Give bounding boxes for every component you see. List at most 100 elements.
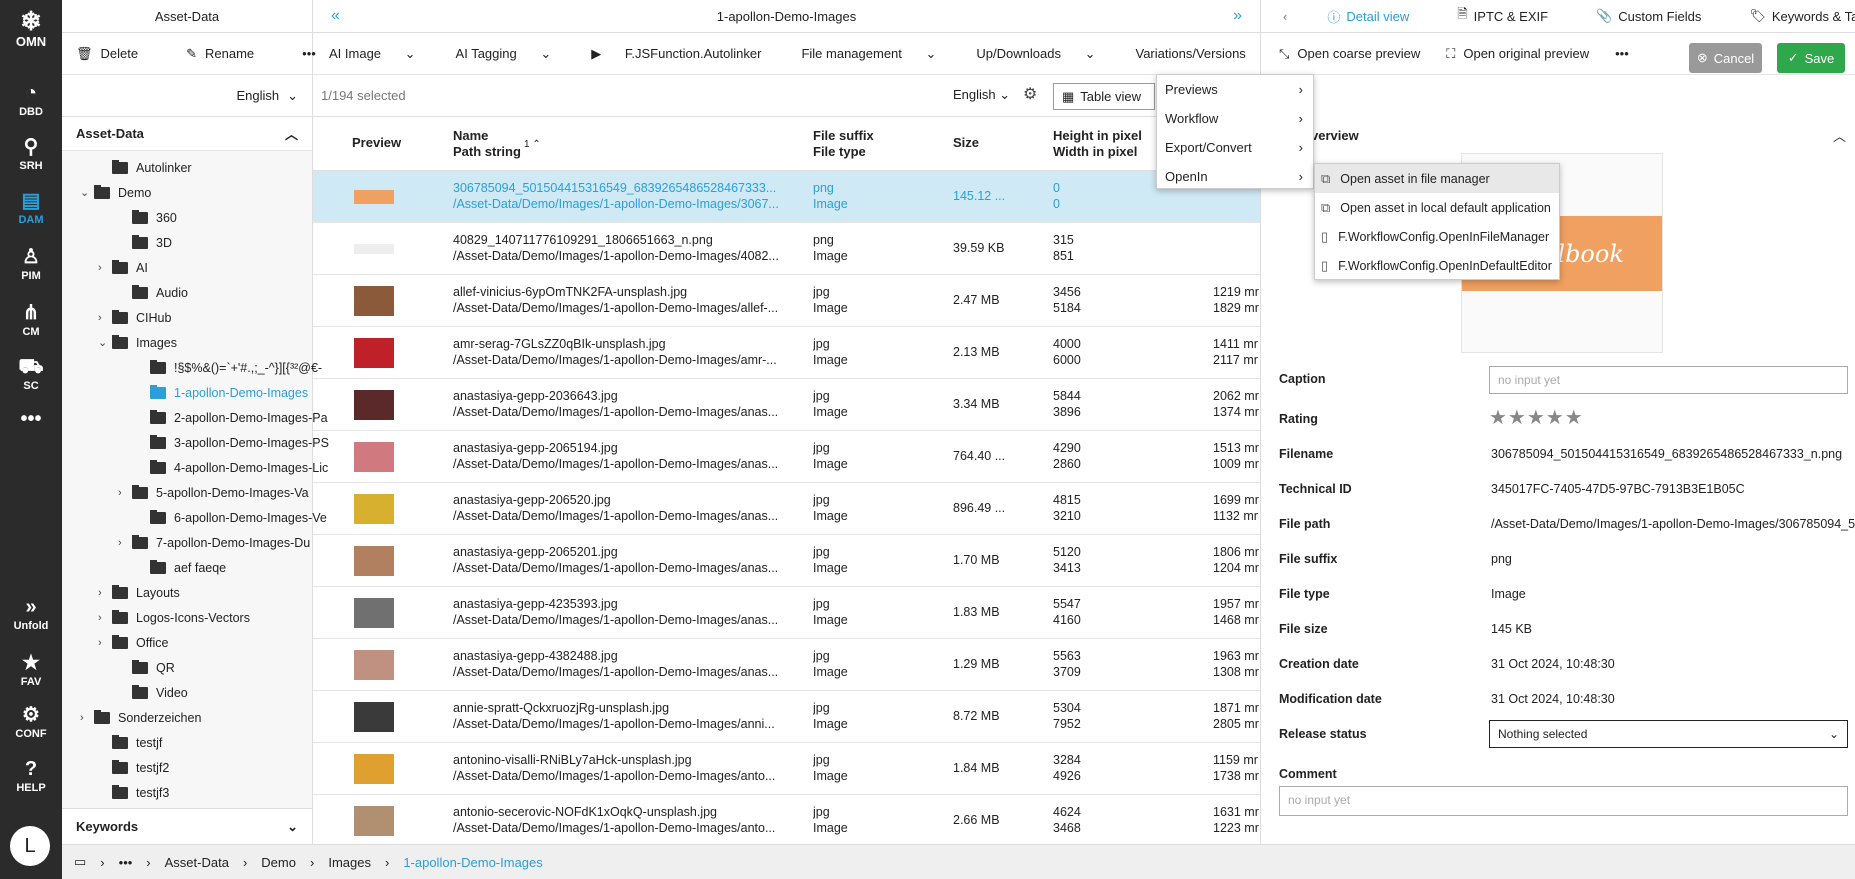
tab-detail-view[interactable]: ⓘ Detail view [1327, 7, 1433, 26]
menu-item-exportconvert[interactable]: Export/Convert › [1157, 133, 1313, 162]
tree-node[interactable]: testjf2 [98, 755, 169, 780]
col-size[interactable]: Size [953, 135, 979, 151]
rail-item-more[interactable]: ••• [0, 408, 62, 432]
settings-gear-icon[interactable]: ⚙ [1023, 84, 1037, 104]
cancel-button[interactable]: ⊗ Cancel [1689, 43, 1762, 73]
row-thumbnail[interactable] [354, 754, 394, 784]
breadcrumb-item[interactable]: Images [328, 855, 371, 870]
table-row[interactable]: anastasiya-gepp-2065194.jpg/Asset-Data/D… [313, 431, 1260, 483]
toolbar-menu-4[interactable]: Up/Downloads ⌄ [976, 46, 1115, 62]
submenu-item[interactable]: ⧉ Open asset in local default application [1315, 193, 1559, 222]
tree-node[interactable]: › AI [98, 255, 148, 280]
row-thumbnail[interactable] [354, 338, 394, 368]
tab-custom-fields[interactable]: 📎 Custom Fields [1596, 8, 1725, 24]
chevron-right-icon[interactable]: › [98, 637, 112, 649]
delete-button[interactable]: 🗑 Delete [76, 46, 162, 62]
rail-item-help[interactable]: ? HELP [0, 758, 62, 794]
col-path[interactable]: Path string [453, 144, 521, 160]
tree-node[interactable]: Autolinker [98, 155, 192, 180]
submenu-item[interactable]: ▯ F.WorkflowConfig.OpenInFileManager [1315, 222, 1559, 251]
tree-node[interactable]: ⌄ Demo [80, 180, 151, 205]
chevron-down-icon[interactable]: ⌄ [80, 186, 94, 199]
back-arrow-icon[interactable]: ‹ [1283, 9, 1287, 24]
breadcrumb-item[interactable]: ••• [119, 855, 133, 870]
tab-keywords[interactable]: 🏷Keywords & Taggi... [1749, 8, 1855, 24]
table-row[interactable]: 40829_140711776109291_1806651663_n.png/A… [313, 223, 1260, 275]
rating-stars[interactable]: ★★★★★ [1489, 405, 1584, 430]
open-original-preview-button[interactable]: ⛶ Open original preview [1446, 46, 1589, 62]
table-row[interactable]: 306785094_501504415316549_68392654865284… [313, 171, 1260, 223]
rail-item-sc[interactable]: ⛟ SC [0, 356, 62, 392]
chevron-right-icon[interactable]: › [118, 487, 132, 499]
user-avatar[interactable]: L [10, 826, 50, 866]
menu-item-workflow[interactable]: Workflow › [1157, 104, 1313, 133]
view-mode-select[interactable]: ▦ Table view [1053, 83, 1155, 110]
tree-language-select[interactable]: English ⌄ [62, 75, 312, 117]
folder-view-icon[interactable]: ▭ [74, 854, 86, 870]
tree-node[interactable]: 4-apollon-Demo-Images-Lic [136, 455, 328, 480]
chevron-right-icon[interactable]: › [118, 537, 132, 549]
list-language-select[interactable]: English ⌄ [953, 87, 1010, 103]
row-thumbnail[interactable] [354, 546, 394, 576]
expand-right-icon[interactable]: » [1233, 7, 1242, 25]
rail-item-dam[interactable]: ▤ DAM [0, 190, 62, 226]
caption-input[interactable]: no input yet [1489, 366, 1848, 394]
row-thumbnail[interactable] [354, 286, 394, 316]
chevron-right-icon[interactable]: › [98, 262, 112, 274]
rail-item-fav[interactable]: ★ FAV [0, 652, 62, 688]
table-row[interactable]: annie-spratt-QckxruozjRg-unsplash.jpg/As… [313, 691, 1260, 743]
breadcrumb-item[interactable]: Asset-Data [165, 855, 229, 870]
rail-item-dbd[interactable]: ◔ DBD [0, 82, 62, 118]
row-thumbnail[interactable] [354, 190, 394, 204]
tree-node[interactable]: ⌄ Images [98, 330, 177, 355]
submenu-item[interactable]: ▯ F.WorkflowConfig.OpenInDefaultEditor [1315, 251, 1559, 280]
menu-item-previews[interactable]: Previews › [1157, 75, 1313, 104]
table-row[interactable]: anastasiya-gepp-2036643.jpg/Asset-Data/D… [313, 379, 1260, 431]
toolbar-menu-2[interactable]: ▶ F.JSFunction.Autolinker [591, 46, 781, 62]
tree-node[interactable]: › CIHub [98, 305, 171, 330]
breadcrumb-item[interactable]: 1-apollon-Demo-Images [403, 855, 542, 870]
tree-node[interactable]: testjf [98, 730, 162, 755]
table-row[interactable]: anastasiya-gepp-2065201.jpg/Asset-Data/D… [313, 535, 1260, 587]
submenu-item[interactable]: ⧉ Open asset in file manager [1315, 164, 1559, 193]
tree-section-header[interactable]: Asset-Data ︿ [62, 117, 312, 151]
table-row[interactable]: allef-vinicius-6ypOmTNK2FA-unsplash.jpg /… [313, 275, 1260, 327]
col-width[interactable]: Width in pixel [1053, 144, 1137, 160]
tree-node[interactable]: aef faeqe [136, 555, 226, 580]
row-thumbnail[interactable] [354, 650, 394, 680]
col-height[interactable]: Height in pixel [1053, 128, 1142, 144]
table-row[interactable]: antonio-secerovic-NOFdK1xOqkQ-unsplash.j… [313, 795, 1260, 841]
row-thumbnail[interactable] [354, 244, 394, 254]
tree-node[interactable]: 1-apollon-Demo-Images [136, 380, 308, 405]
open-coarse-preview-button[interactable]: ⤡ Open coarse preview [1279, 46, 1420, 62]
tree-node[interactable]: 2-apollon-Demo-Images-Pa [136, 405, 328, 430]
release-status-select[interactable]: Nothing selected ⌄ [1489, 720, 1848, 748]
rename-button[interactable]: ✎ Rename [186, 46, 278, 62]
toolbar-menu-0[interactable]: AI Image ⌄ [329, 46, 436, 62]
tree-node[interactable]: 3D [118, 230, 172, 255]
tree-node[interactable]: 3-apollon-Demo-Images-PS [136, 430, 329, 455]
chevron-right-icon[interactable]: › [98, 587, 112, 599]
col-suffix[interactable]: File suffix [813, 128, 874, 144]
toolbar-menu-3[interactable]: File management ⌄ [801, 46, 956, 62]
overview-section-header[interactable]: verview ︿ [1261, 118, 1855, 152]
toolbar-menu-1[interactable]: AI Tagging ⌄ [456, 46, 572, 62]
breadcrumb-item[interactable]: Demo [261, 855, 296, 870]
tree-node[interactable]: › Sonderzeichen [80, 705, 201, 730]
omn-logo[interactable]: ❄ OMN [0, 8, 62, 49]
save-button[interactable]: ✓ Save [1777, 43, 1845, 73]
tree-node[interactable]: QR [118, 655, 175, 680]
tree-node[interactable]: Video [118, 680, 188, 705]
table-row[interactable]: anastasiya-gepp-206520.jpg/Asset-Data/De… [313, 483, 1260, 535]
tab-iptc-exif[interactable]: 🗎 IPTC & EXIF [1457, 5, 1572, 27]
keywords-section[interactable]: Keywords ⌄ [62, 808, 312, 844]
tree-node[interactable]: › 5-apollon-Demo-Images-Va [118, 480, 309, 505]
chevron-right-icon[interactable]: › [80, 712, 94, 724]
tree-node[interactable]: 360 [118, 205, 177, 230]
chevron-right-icon[interactable]: › [98, 612, 112, 624]
rail-item-cm[interactable]: ⋔ CM [0, 302, 62, 338]
rail-item-pim[interactable]: ♙ PIM [0, 246, 62, 282]
table-row[interactable]: amr-serag-7GLsZZ0qBIk-unsplash.jpg/Asset… [313, 327, 1260, 379]
comment-input[interactable]: no input yet [1279, 786, 1848, 816]
tree-node[interactable]: 6-apollon-Demo-Images-Ve [136, 505, 327, 530]
